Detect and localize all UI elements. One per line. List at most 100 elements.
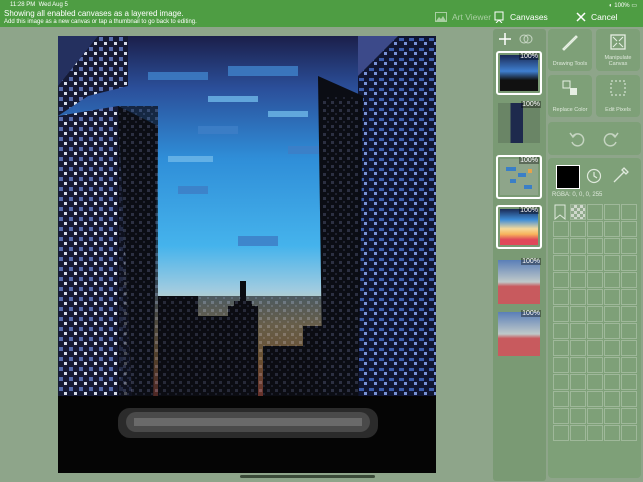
undo-redo-bar	[548, 122, 641, 155]
history-icon[interactable]	[586, 168, 602, 184]
art-viewer-label: Art Viewer	[452, 12, 492, 22]
palette-slot[interactable]	[587, 255, 603, 271]
eyedropper-icon[interactable]	[610, 164, 632, 186]
palette-slot[interactable]	[587, 357, 603, 373]
palette-slot[interactable]	[621, 289, 637, 305]
redo-icon[interactable]	[602, 130, 620, 148]
canvases-button[interactable]: Canvases	[493, 9, 548, 25]
palette-slot[interactable]	[570, 306, 586, 322]
palette-slot[interactable]	[604, 340, 620, 356]
palette-slot[interactable]	[587, 323, 603, 339]
palette-slot[interactable]	[587, 272, 603, 288]
palette-slot[interactable]	[553, 408, 569, 424]
palette-slot[interactable]	[553, 272, 569, 288]
layered-image-canvas[interactable]	[58, 36, 436, 473]
palette-slot[interactable]	[604, 425, 620, 441]
palette-slot[interactable]	[621, 323, 637, 339]
palette-slot[interactable]	[553, 289, 569, 305]
palette-slot[interactable]	[553, 357, 569, 373]
palette-slot[interactable]	[570, 221, 586, 237]
image-icon	[435, 12, 447, 22]
palette-slot[interactable]	[604, 238, 620, 254]
cancel-button[interactable]: Cancel	[576, 9, 617, 25]
palette-slot[interactable]	[587, 408, 603, 424]
palette-slot[interactable]	[621, 357, 637, 373]
palette-slot[interactable]	[570, 289, 586, 305]
palette-slot[interactable]	[587, 306, 603, 322]
palette-slot[interactable]	[570, 374, 586, 390]
palette-slot[interactable]	[553, 323, 569, 339]
palette-slot[interactable]	[621, 391, 637, 407]
canvases-label: Canvases	[510, 12, 548, 22]
palette-slot[interactable]	[570, 425, 586, 441]
palette-slot[interactable]	[621, 408, 637, 424]
thumbnail-gradient-a[interactable]: 100%	[496, 258, 542, 306]
palette-slot[interactable]	[621, 374, 637, 390]
thumbnail-gradient-b[interactable]: 100%	[496, 310, 542, 358]
palette-slot[interactable]	[587, 391, 603, 407]
link-icon[interactable]	[519, 33, 533, 45]
palette-slot[interactable]	[604, 221, 620, 237]
palette-slot[interactable]	[604, 204, 620, 220]
palette-slot[interactable]	[621, 255, 637, 271]
palette-slot[interactable]	[553, 374, 569, 390]
palette-slot[interactable]	[604, 272, 620, 288]
palette-slot[interactable]	[553, 221, 569, 237]
palette-slot[interactable]	[587, 374, 603, 390]
palette-slot[interactable]	[604, 323, 620, 339]
add-icon[interactable]	[499, 33, 511, 45]
palette-slot[interactable]	[621, 340, 637, 356]
rgba-readout: RGBA: 0, 0, 0, 255	[552, 192, 603, 198]
drawing-tools-button[interactable]: Drawing Tools	[548, 29, 592, 71]
replace-color-button[interactable]: Replace Color	[548, 75, 592, 117]
palette-slot[interactable]	[604, 255, 620, 271]
bookmark-slot[interactable]	[553, 204, 569, 221]
palette-slot[interactable]	[621, 272, 637, 288]
palette-slot[interactable]	[621, 306, 637, 322]
palette-slot[interactable]	[570, 255, 586, 271]
palette-slot[interactable]	[604, 408, 620, 424]
palette-slot[interactable]	[570, 272, 586, 288]
palette-slot[interactable]	[553, 255, 569, 271]
thumbnail-opacity: 100%	[519, 53, 539, 60]
manipulate-canvas-button[interactable]: Manipulate Canvas	[596, 29, 640, 71]
palette-slot[interactable]	[553, 425, 569, 441]
current-color-swatch[interactable]	[556, 165, 580, 189]
thumbnail-tower[interactable]: 100%	[496, 101, 542, 145]
palette-slot[interactable]	[587, 340, 603, 356]
palette-slot[interactable]	[570, 391, 586, 407]
palette-slot[interactable]	[604, 391, 620, 407]
palette-slot[interactable]	[570, 408, 586, 424]
palette-slot[interactable]	[621, 221, 637, 237]
palette-slot[interactable]	[587, 289, 603, 305]
palette-slot[interactable]	[604, 357, 620, 373]
thumbnail-sky-gradient[interactable]: 100%	[496, 205, 542, 249]
palette-slot[interactable]	[570, 340, 586, 356]
manipulate-canvas-label: Manipulate Canvas	[604, 55, 632, 67]
palette-slot[interactable]	[553, 238, 569, 254]
palette-slot[interactable]	[587, 238, 603, 254]
palette-slot[interactable]	[587, 204, 603, 220]
palette-slot[interactable]	[604, 374, 620, 390]
palette-slot[interactable]	[553, 391, 569, 407]
palette-slot[interactable]	[553, 306, 569, 322]
palette-slot[interactable]	[587, 221, 603, 237]
palette-slot[interactable]	[604, 289, 620, 305]
palette-slot[interactable]	[621, 238, 637, 254]
palette-slot[interactable]	[587, 425, 603, 441]
thumbnail-city[interactable]: 100%	[496, 51, 542, 95]
palette-slot[interactable]	[621, 425, 637, 441]
undo-icon[interactable]	[568, 130, 586, 148]
replace-color-icon	[562, 80, 577, 95]
edit-pixels-button[interactable]: Edit Pixels	[596, 75, 640, 117]
palette-slot[interactable]	[570, 238, 586, 254]
palette-slot[interactable]	[553, 340, 569, 356]
palette-slot[interactable]	[570, 323, 586, 339]
palette-slot[interactable]	[604, 306, 620, 322]
transparent-color-slot[interactable]	[570, 204, 586, 220]
pixel-art-city-image	[58, 36, 436, 473]
thumbnail-clouds[interactable]: 100%	[496, 155, 542, 199]
art-viewer-button[interactable]: Art Viewer	[435, 9, 491, 25]
palette-slot[interactable]	[570, 357, 586, 373]
palette-slot[interactable]	[621, 204, 637, 220]
